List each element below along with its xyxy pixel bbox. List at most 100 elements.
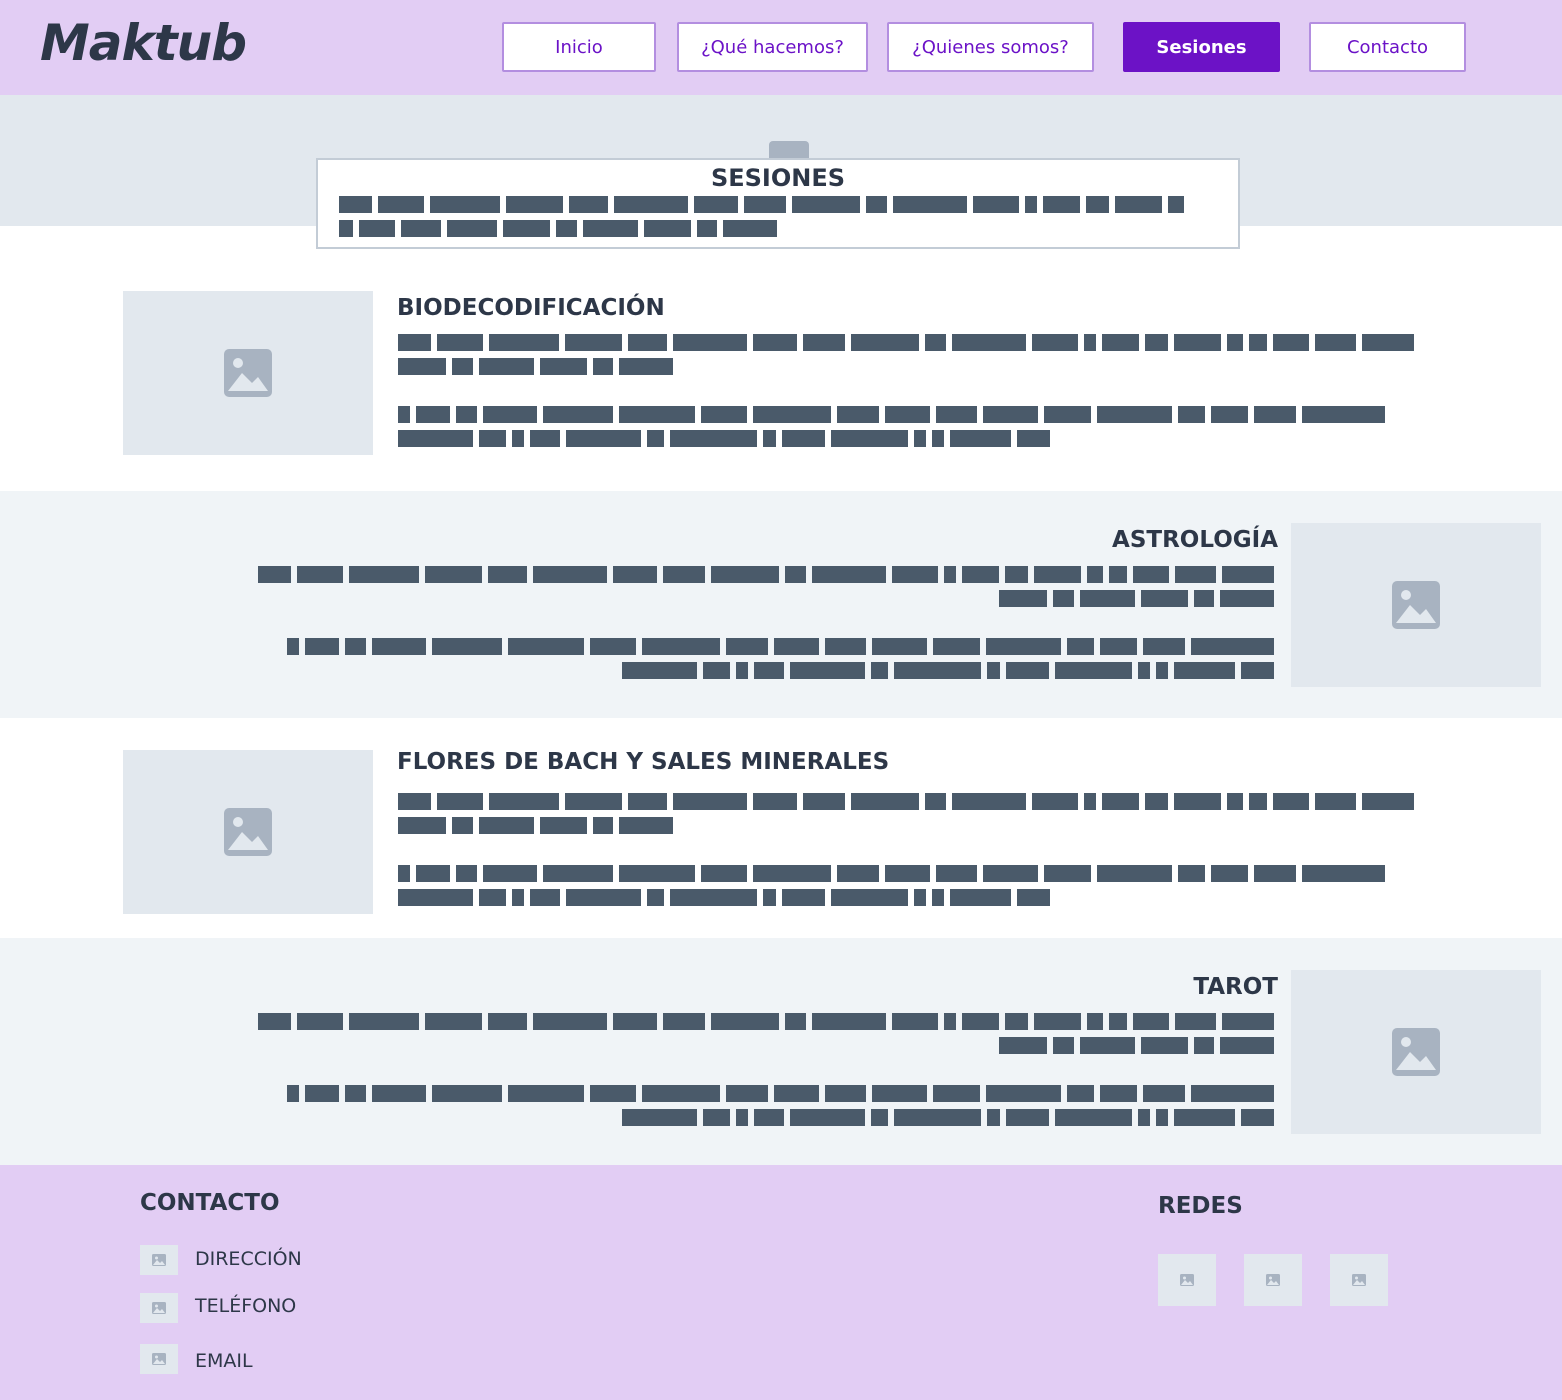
placeholder-text-bar (508, 638, 584, 655)
placeholder-text-bar (1044, 406, 1091, 423)
social-link-2[interactable] (1244, 1254, 1302, 1306)
placeholder-text-bar (1174, 1109, 1235, 1126)
placeholder-text-bar (1055, 662, 1132, 679)
placeholder-text-bar (1044, 865, 1091, 882)
nav-sesiones-button[interactable]: Sesiones (1123, 22, 1280, 72)
placeholder-text-bar (925, 334, 946, 351)
placeholder-text-bar (479, 889, 506, 906)
placeholder-text-bar (425, 566, 482, 583)
placeholder-text-bar (1174, 334, 1221, 351)
placeholder-text-bar (1097, 865, 1172, 882)
placeholder-text-bar (825, 1085, 866, 1102)
placeholder-text-bar (613, 1013, 657, 1030)
placeholder-text-bar (583, 220, 638, 237)
placeholder-text-bar (1017, 889, 1050, 906)
placeholder-text-bar (1249, 334, 1267, 351)
placeholder-text-bar (287, 638, 299, 655)
placeholder-text-bar (530, 889, 560, 906)
placeholder-text-bar (565, 793, 622, 810)
placeholder-text-bar (950, 889, 1011, 906)
nav-inicio-button[interactable]: Inicio (502, 22, 656, 72)
placeholder-text-bar (432, 1085, 502, 1102)
placeholder-text-bar (622, 1109, 697, 1126)
placeholder-text-bar (914, 889, 926, 906)
placeholder-text-bar (1145, 334, 1168, 351)
placeholder-text-bar (694, 196, 738, 213)
placeholder-text-bar (1156, 662, 1168, 679)
placeholder-text-bar (416, 865, 450, 882)
placeholder-text-bar (831, 430, 908, 447)
placeholder-text-bar (644, 220, 691, 237)
footer-phone[interactable]: TELÉFONO (195, 1295, 296, 1317)
image-placeholder-icon (152, 1353, 166, 1365)
placeholder-text-bar (398, 334, 431, 351)
placeholder-text-bar (1145, 793, 1168, 810)
placeholder-text-bar (619, 358, 673, 375)
placeholder-text-bar (1174, 662, 1235, 679)
placeholder-text-bar (952, 334, 1026, 351)
footer-address[interactable]: DIRECCIÓN (195, 1248, 302, 1270)
nav-quienes-somos-button[interactable]: ¿Quienes somos? (887, 22, 1094, 72)
placeholder-text-bar (1254, 406, 1296, 423)
placeholder-text-bar (914, 430, 926, 447)
placeholder-text-bar (736, 662, 748, 679)
section-image-flores-de-bach (123, 750, 373, 914)
placeholder-text-bar (349, 1013, 419, 1030)
placeholder-text-bar (703, 1109, 730, 1126)
social-link-1[interactable] (1158, 1254, 1216, 1306)
placeholder-text-bar (628, 334, 667, 351)
placeholder-text-bar (1302, 406, 1385, 423)
image-placeholder-icon (1352, 1274, 1366, 1286)
placeholder-text-bar (1143, 638, 1185, 655)
footer-social-title: REDES (1158, 1193, 1243, 1219)
placeholder-text-bar (837, 865, 879, 882)
placeholder-text-bar (1254, 865, 1296, 882)
placeholder-text-bar (703, 662, 730, 679)
placeholder-text-bar (1143, 1085, 1185, 1102)
placeholder-text-bar (398, 406, 410, 423)
site-logo[interactable]: Maktub (40, 14, 247, 72)
placeholder-text-bar (1222, 566, 1274, 583)
placeholder-text-bar (753, 793, 797, 810)
placeholder-text-bar (533, 566, 607, 583)
placeholder-text-bar (837, 406, 879, 423)
placeholder-text-bar (663, 566, 705, 583)
placeholder-text-bar (398, 793, 431, 810)
placeholder-text-bar (663, 1013, 705, 1030)
placeholder-text-bar (999, 590, 1047, 607)
nav-que-hacemos-button[interactable]: ¿Qué hacemos? (677, 22, 868, 72)
footer-email[interactable]: EMAIL (195, 1350, 253, 1372)
placeholder-text-bar (885, 406, 930, 423)
placeholder-text-bar (932, 430, 944, 447)
placeholder-text-bar (1362, 793, 1414, 810)
placeholder-text-bar (1017, 430, 1050, 447)
placeholder-text-bar (1133, 566, 1169, 583)
placeholder-text-bar (1194, 1037, 1214, 1054)
footer-contact-title: CONTACTO (140, 1190, 280, 1216)
image-placeholder-icon (152, 1254, 166, 1266)
placeholder-text-bar (1006, 662, 1049, 679)
placeholder-text-bar (398, 358, 446, 375)
placeholder-text-bar (1067, 638, 1094, 655)
placeholder-text-bar (871, 662, 888, 679)
placeholder-text-bar (871, 1109, 888, 1126)
social-link-3[interactable] (1330, 1254, 1388, 1306)
placeholder-text-bar (1067, 1085, 1094, 1102)
placeholder-text-bar (540, 817, 587, 834)
image-placeholder-icon (224, 808, 272, 856)
placeholder-text-bar (345, 638, 366, 655)
placeholder-text-bar (1191, 638, 1274, 655)
placeholder-text-bar (812, 566, 886, 583)
placeholder-text-bar (566, 430, 641, 447)
site-header: Maktub Inicio ¿Qué hacemos? ¿Quienes som… (0, 0, 1562, 95)
placeholder-text-bar (488, 1013, 527, 1030)
placeholder-text-bar (831, 889, 908, 906)
placeholder-text-bar (483, 406, 537, 423)
placeholder-text-bar (1168, 196, 1184, 213)
placeholder-text-bar (774, 638, 819, 655)
nav-contacto-button[interactable]: Contacto (1309, 22, 1466, 72)
placeholder-text-bar (894, 662, 981, 679)
section-title: ASTROLOGÍA (1112, 527, 1278, 553)
placeholder-text-bar (872, 638, 927, 655)
placeholder-text-bar (1053, 590, 1074, 607)
